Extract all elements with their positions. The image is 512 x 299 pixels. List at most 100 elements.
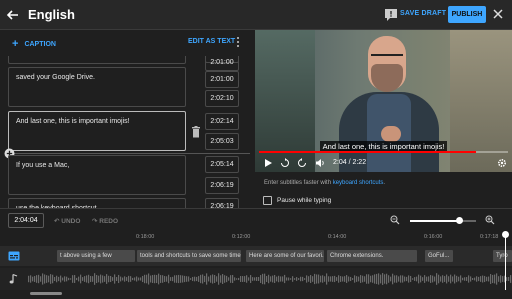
volume-icon[interactable]	[315, 158, 325, 168]
waveform-bar	[438, 274, 440, 284]
waveform-bar	[358, 276, 360, 282]
waveform-bar	[124, 276, 126, 282]
waveform-bar	[398, 276, 400, 282]
caption-start-time[interactable]: 2:01:00	[205, 71, 239, 88]
ruler-tick-label: 0:16:00	[424, 234, 443, 240]
undo-button[interactable]: ↶ UNDO	[54, 217, 80, 225]
caption-start-time[interactable]: 2:06:19	[205, 198, 239, 208]
waveform-bar	[406, 276, 408, 282]
waveform-bar	[94, 273, 96, 285]
caption-text-field-active[interactable]: And last one, this is important imojis!	[8, 111, 186, 151]
caption-start-time[interactable]: 2:02:14	[205, 113, 239, 130]
video-player[interactable]: And last one, this is important imojis! …	[255, 30, 512, 172]
timeline-ruler[interactable]: 0:18:00 0:12:00 0:14:00 0:16:00 0:17:18	[0, 232, 512, 244]
zoom-slider-thumb[interactable]	[456, 217, 463, 224]
settings-icon[interactable]	[497, 158, 507, 168]
waveform-bar	[412, 278, 414, 280]
waveform-bar	[388, 275, 390, 283]
waveform-bar	[486, 276, 488, 282]
zoom-in-icon[interactable]	[485, 215, 495, 225]
caption-text-field[interactable]: saved your Google Drive.	[8, 67, 186, 107]
keyboard-shortcuts-link[interactable]: keyboard shortcuts	[333, 180, 384, 186]
caption-end-time[interactable]: 2:06:19	[205, 177, 239, 194]
add-caption-label: CAPTION	[24, 41, 56, 48]
waveform-bar	[200, 274, 202, 284]
add-caption-button[interactable]: + CAPTION	[12, 37, 56, 50]
waveform-bar	[174, 275, 176, 283]
waveform-bar	[216, 276, 218, 282]
timeline-playhead[interactable]	[505, 232, 506, 290]
replay-5-icon[interactable]	[280, 158, 290, 168]
waveform-bar	[70, 278, 72, 280]
caption-text-field[interactable]	[8, 56, 186, 64]
waveform-bar	[74, 275, 76, 283]
waveform-bar	[496, 273, 498, 285]
waveform-bar	[98, 275, 100, 283]
waveform-bar	[84, 276, 86, 282]
more-vert-icon[interactable]	[234, 35, 242, 49]
publish-button[interactable]: PUBLISH	[448, 6, 486, 23]
waveform-bar	[436, 273, 438, 285]
waveform-bar	[218, 273, 220, 285]
caption-end-time[interactable]: 2:02:10	[205, 90, 239, 107]
waveform-bar	[252, 277, 254, 281]
zoom-slider[interactable]	[410, 217, 476, 224]
current-time-input[interactable]: 2:04:04	[8, 213, 44, 228]
video-progress-bar[interactable]	[259, 151, 508, 153]
video-caption-overlay: And last one, this is important imojis!	[255, 141, 512, 152]
waveform-bar	[428, 276, 430, 282]
forward-5-icon[interactable]	[297, 158, 307, 168]
waveform-bar	[100, 274, 102, 284]
waveform-bar	[322, 275, 324, 283]
timeline-horizontal-scrollbar[interactable]	[30, 292, 62, 295]
waveform-bar	[326, 273, 328, 285]
waveform-bar	[494, 274, 496, 284]
close-icon[interactable]	[491, 7, 505, 21]
waveform-bar	[276, 276, 278, 282]
waveform-bar	[268, 274, 270, 284]
waveform-bar	[138, 277, 140, 281]
pause-while-typing-checkbox[interactable]	[263, 196, 272, 205]
waveform-bar	[64, 276, 66, 282]
waveform-bar	[222, 274, 224, 284]
waveform-bar	[228, 277, 230, 281]
waveform-bar	[196, 276, 198, 282]
timeline-caption-chip[interactable]: Tyro	[493, 250, 512, 262]
insert-divider	[14, 153, 250, 154]
waveform-bar	[448, 276, 450, 282]
caption-text-field[interactable]: use the keyboard shortcut	[8, 198, 186, 208]
timeline-caption-chip[interactable]: Here are some of our favori...	[246, 250, 324, 262]
timeline-caption-chip[interactable]: tools and shortcuts to save some time.	[137, 250, 241, 262]
waveform-bar	[378, 273, 380, 285]
waveform-bar	[294, 278, 296, 280]
timeline-caption-chip[interactable]: GoFul...	[425, 250, 453, 262]
waveform-bar	[160, 275, 162, 283]
waveform-bar	[220, 275, 222, 283]
waveform-bar	[418, 274, 420, 284]
timeline-caption-chip[interactable]: Chrome extensions.	[327, 250, 417, 262]
caption-end-time[interactable]: 2:05:03	[205, 133, 239, 150]
waveform-bar	[254, 277, 256, 281]
back-arrow-icon[interactable]	[4, 6, 22, 24]
save-draft-button[interactable]: SAVE DRAFT	[400, 10, 446, 17]
waveform-bar	[118, 274, 120, 284]
edit-as-text-button[interactable]: EDIT AS TEXT	[188, 38, 235, 45]
zoom-out-icon[interactable]	[390, 215, 400, 225]
feedback-icon[interactable]	[384, 8, 398, 22]
caption-start-time[interactable]: 2:05:14	[205, 156, 239, 173]
timeline-caption-chip[interactable]: t above using a few	[57, 250, 135, 262]
waveform-bar	[508, 276, 510, 282]
play-icon[interactable]	[263, 158, 273, 168]
waveform-bar	[180, 275, 182, 283]
trash-icon[interactable]	[191, 126, 201, 138]
redo-button[interactable]: ↷ REDO	[92, 217, 118, 225]
waveform-bar	[230, 275, 232, 283]
waveform-bar	[248, 277, 250, 281]
caption-start-time[interactable]: 2:01:00	[205, 56, 239, 71]
caption-text-field[interactable]: If you use a Mac,	[8, 155, 186, 195]
waveform-bar	[360, 275, 362, 283]
timeline-playhead-handle[interactable]	[502, 231, 509, 238]
waveform-bar	[48, 275, 50, 283]
waveform-bar	[312, 276, 314, 282]
waveform-bar	[232, 274, 234, 284]
